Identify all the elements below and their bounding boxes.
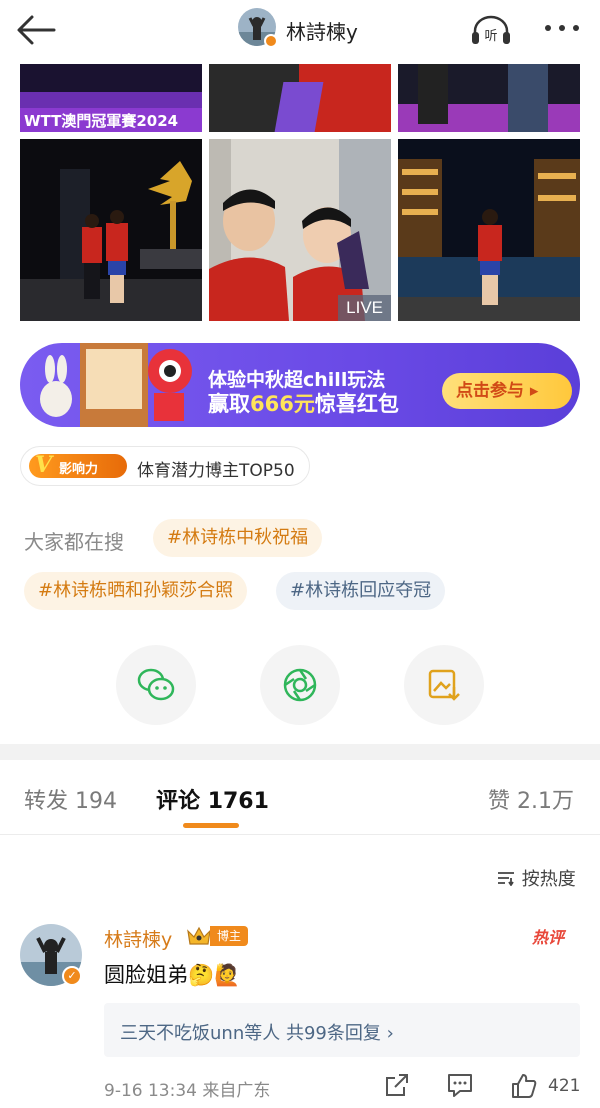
wechat-icon xyxy=(137,668,175,701)
photo-banner-strip xyxy=(20,92,202,108)
comment-time: 9-16 13:34 xyxy=(104,1081,197,1101)
repost-comment-button[interactable] xyxy=(384,1072,410,1102)
photo-6[interactable] xyxy=(398,139,580,321)
mid-autumn-promo-banner[interactable]: 体验中秋超chill玩法 赢取666元惊喜红包 点击参与 ▸ xyxy=(20,343,580,427)
tab-forwards-label: 转发 xyxy=(24,789,69,814)
headphones-icon: 听 xyxy=(472,15,510,44)
replies-summary[interactable]: 三天不吃饭unn等人 共99条回复 › xyxy=(104,1003,580,1057)
influence-label: 体育潜力博主TOP50 xyxy=(137,461,295,481)
hot-comment-tag: 热评 xyxy=(532,928,565,947)
repost-icon xyxy=(386,1074,408,1096)
tab-forwards[interactable]: 转发 194 xyxy=(24,783,117,815)
reply-comment-button[interactable] xyxy=(446,1072,474,1102)
everyone-searching-label: 大家都在搜 xyxy=(24,530,124,554)
tab-likes[interactable]: 赞 2.1万 xyxy=(488,783,574,815)
thumbs-up-icon xyxy=(512,1074,537,1098)
influence-tag-text: 影响力 xyxy=(59,462,99,477)
photo-3[interactable] xyxy=(398,64,580,132)
save-image-icon xyxy=(428,669,460,701)
hot-search-chip[interactable]: #林诗栋晒和孙颖莎合照 xyxy=(24,572,248,610)
banner-suffix: 惊喜红包 xyxy=(314,392,399,416)
tab-comments-count: 1761 xyxy=(207,789,269,814)
top-bar: 林詩楝y 听 xyxy=(0,0,600,62)
hot-search-chip[interactable]: #林诗栋回应夺冠 xyxy=(276,572,446,610)
banner-amount: 666元 xyxy=(250,392,315,416)
tab-likes-label: 赞 xyxy=(488,789,511,814)
more-options-button[interactable] xyxy=(540,14,584,42)
banner-participate-button[interactable]: 点击参与 ▸ xyxy=(442,373,572,409)
sort-icon xyxy=(498,872,514,887)
verified-badge-icon xyxy=(264,34,278,48)
photo-person xyxy=(418,64,448,124)
back-button[interactable] xyxy=(14,12,58,48)
influence-tag: V 影响力 xyxy=(29,452,127,478)
comment-like-count: 421 xyxy=(548,1076,581,1096)
photo-5[interactable]: LIVE xyxy=(209,139,391,321)
comment-text: 圆脸姐弟🤔🙋 xyxy=(104,963,241,987)
share-wechat-button[interactable] xyxy=(116,645,196,725)
photo-night-scene xyxy=(398,139,580,321)
author-role-badge: 博主 xyxy=(210,926,248,946)
banner-prefix: 赢取 xyxy=(208,392,250,416)
influence-v-icon: V xyxy=(35,452,53,478)
tab-forwards-count: 194 xyxy=(75,789,118,814)
rabbit-mascot-icon xyxy=(40,343,192,427)
active-tab-indicator xyxy=(183,823,239,828)
photo-4[interactable] xyxy=(20,139,202,321)
replies-summary-text: 三天不吃饭unn等人 共99条回复 › xyxy=(120,1023,394,1044)
section-divider xyxy=(0,744,600,760)
photo-banner-text: WTT澳門冠軍賽2024 xyxy=(24,112,179,130)
share-moments-button[interactable] xyxy=(260,645,340,725)
reply-icon xyxy=(448,1074,472,1097)
moments-icon xyxy=(283,668,317,702)
photo-selfie-scene xyxy=(209,139,391,321)
crown-icon xyxy=(187,926,211,945)
verified-badge-icon: ✓ xyxy=(62,966,82,986)
tab-comments-label: 评论 xyxy=(156,789,201,814)
tab-likes-count: 2.1万 xyxy=(517,789,575,814)
sort-label: 按热度 xyxy=(521,869,576,890)
tabs-divider xyxy=(0,834,600,835)
svg-text:听: 听 xyxy=(484,29,497,44)
more-dots-icon xyxy=(545,25,579,31)
listen-button[interactable]: 听 xyxy=(470,14,512,46)
hot-search-chip[interactable]: #林诗栋中秋祝福 xyxy=(153,519,323,557)
back-arrow-icon xyxy=(17,15,56,45)
commenter-name[interactable]: 林詩楝y xyxy=(104,925,172,952)
comment-meta: 9-16 13:34 来自广东 xyxy=(104,1076,270,1101)
tab-comments[interactable]: 评论 1761 xyxy=(156,783,269,815)
save-image-button[interactable] xyxy=(404,645,484,725)
photo-person xyxy=(508,64,548,132)
comment-location: 来自广东 xyxy=(202,1081,271,1101)
like-comment-button[interactable] xyxy=(510,1072,538,1104)
influence-badge[interactable]: V 影响力 体育潜力博主TOP50 xyxy=(20,446,310,486)
banner-subheadline: 赢取666元惊喜红包 xyxy=(208,388,399,418)
sort-by-hot-button[interactable]: 按热度 xyxy=(496,865,576,891)
page-title[interactable]: 林詩楝y xyxy=(286,16,358,45)
photo-2[interactable] xyxy=(209,64,391,132)
photo-1[interactable]: WTT澳門冠軍賽2024 xyxy=(20,64,202,132)
live-badge: LIVE xyxy=(338,295,391,321)
photo-lotus-scene xyxy=(20,139,202,321)
